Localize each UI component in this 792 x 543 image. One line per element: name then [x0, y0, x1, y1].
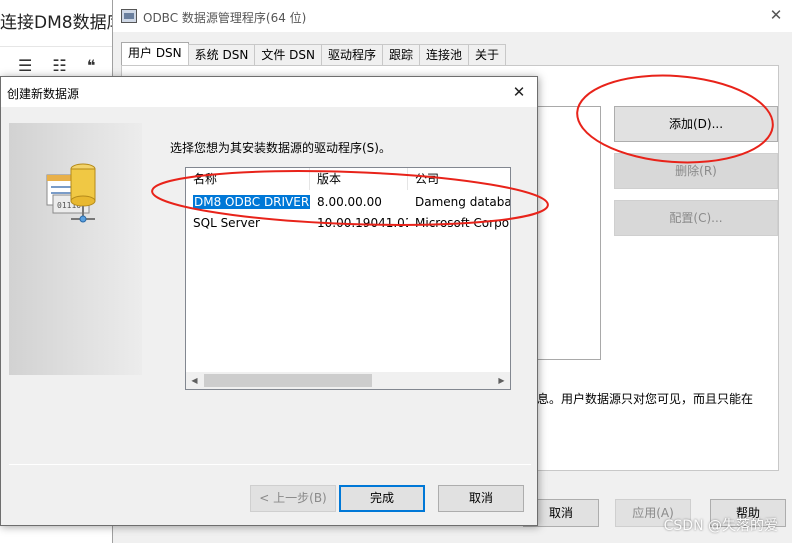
dialog-close-button[interactable]: ✕ — [509, 81, 529, 103]
driver-name: SQL Server — [193, 216, 260, 230]
back-button[interactable]: < 上一步(B) — [250, 485, 336, 512]
driver-name-cell: DM8 ODBC DRIVER — [186, 192, 310, 213]
background-editor-title: 连接DM8数据库 — [0, 13, 124, 33]
background-editor-divider — [0, 46, 120, 47]
driver-company: Microsoft Corpo — [415, 216, 510, 230]
dialog-cancel-button[interactable]: 取消 — [438, 485, 524, 512]
dialog-title: 创建新数据源 — [7, 87, 80, 101]
tab-about[interactable]: 关于 — [468, 44, 507, 66]
configure-button[interactable]: 配置(C)... — [614, 200, 778, 236]
driver-row-dm8[interactable]: DM8 ODBC DRIVER 8.00.00.00 Dameng databa — [186, 192, 511, 213]
quote-icon[interactable]: ❝ — [87, 56, 96, 75]
tab-system-dsn[interactable]: 系统 DSN — [187, 44, 256, 66]
driver-list-horizontal-scrollbar[interactable]: ◀ ▶ — [186, 372, 510, 389]
unordered-list-icon[interactable]: ☰ — [18, 56, 32, 75]
column-header-company[interactable]: 公司 — [408, 168, 510, 190]
driver-select-prompt: 选择您想为其安装数据源的驱动程序(S)。 — [170, 141, 391, 155]
tab-user-dsn[interactable]: 用户 DSN — [121, 42, 189, 67]
database-driver-icon: 01110 — [46, 163, 96, 223]
odbc-titlebar: ODBC 数据源管理程序(64 位) ✕ — [113, 0, 792, 32]
dialog-separator — [9, 464, 531, 465]
add-button[interactable]: 添加(D)... — [614, 106, 778, 142]
scroll-right-arrow-icon[interactable]: ▶ — [493, 372, 510, 389]
create-data-source-dialog: 创建新数据源 ✕ 01110 选择您想为其安装数据源的驱动程序(S)。 名称 版… — [0, 76, 538, 526]
driver-list[interactable]: 名称 版本 公司 DM8 ODBC DRIVER 8.00.00.00 Dame… — [185, 167, 511, 390]
finish-button[interactable]: 完成 — [339, 485, 425, 512]
driver-name-cell: SQL Server — [186, 213, 310, 234]
driver-company: Dameng databa — [415, 195, 511, 209]
driver-row-sql-server[interactable]: SQL Server 10.00.19041.01 Microsoft Corp… — [186, 213, 510, 234]
background-editor-toolbar: ☰ ☷ ❝ — [18, 56, 95, 75]
odbc-window-title: ODBC 数据源管理程序(64 位) — [143, 11, 307, 25]
ordered-list-icon[interactable]: ☷ — [52, 56, 66, 75]
driver-list-header: 名称 版本 公司 — [186, 168, 510, 190]
tab-file-dsn[interactable]: 文件 DSN — [254, 44, 322, 66]
dialog-side-art: 01110 — [9, 123, 142, 375]
column-header-version[interactable]: 版本 — [310, 168, 408, 190]
driver-version: 8.00.00.00 — [317, 195, 382, 209]
tab-connection-pooling[interactable]: 连接池 — [419, 44, 470, 66]
dialog-titlebar: 创建新数据源 ✕ — [1, 77, 537, 107]
scrollbar-thumb[interactable] — [204, 374, 372, 387]
column-header-name[interactable]: 名称 — [186, 168, 310, 190]
csdn-watermark: CSDN @失落的爱 — [663, 518, 778, 534]
tab-drivers[interactable]: 驱动程序 — [320, 44, 383, 66]
odbc-close-button[interactable]: ✕ — [765, 4, 787, 26]
user-dsn-description: 息。用户数据源只对您可见，而且只能在 — [537, 392, 754, 406]
odbc-tab-bar: 用户 DSN 系统 DSN 文件 DSN 驱动程序 跟踪 连接池 关于 — [121, 42, 507, 67]
driver-version: 10.00.19041.01 — [317, 216, 408, 230]
scroll-left-arrow-icon[interactable]: ◀ — [186, 372, 203, 389]
odbc-app-icon — [121, 9, 137, 23]
tab-tracing[interactable]: 跟踪 — [381, 44, 420, 66]
remove-button[interactable]: 删除(R) — [614, 153, 778, 189]
driver-name: DM8 ODBC DRIVER — [193, 195, 310, 209]
